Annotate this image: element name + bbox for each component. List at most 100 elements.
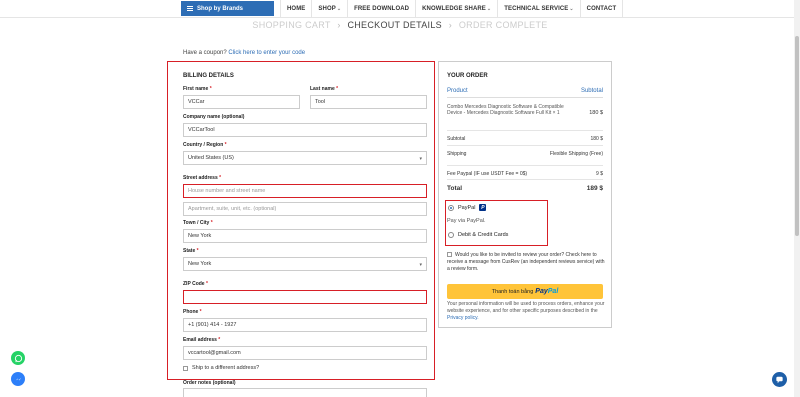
privacy-policy-link[interactable]: Privacy policy.: [447, 315, 479, 321]
country-select[interactable]: United States (US) ▾: [183, 151, 427, 165]
required-mark: *: [224, 142, 227, 148]
order-table-header: Product Subtotal: [447, 88, 603, 98]
paypal-checkout-button[interactable]: Thanh toán bằng PayPal: [447, 284, 603, 299]
step-separator: ›: [448, 20, 453, 30]
subtotal-value: 180 $: [590, 136, 603, 142]
total-value: 189 $: [586, 185, 603, 192]
menu-item-technical-service[interactable]: TECHNICAL SERVICE ⌄: [497, 0, 579, 18]
step-order-complete: ORDER COMPLETE: [458, 20, 548, 30]
label-text: Street address: [183, 175, 218, 181]
scrollbar-thumb[interactable]: [795, 36, 799, 236]
state-value: New York: [188, 261, 212, 267]
state-select[interactable]: New York ▾: [183, 257, 427, 271]
total-label: Total: [447, 185, 463, 192]
first-name-label: First name *: [183, 86, 212, 92]
zip-field[interactable]: [183, 290, 427, 304]
checkout-steps: SHOPPING CART › CHECKOUT DETAILS › ORDER…: [0, 20, 800, 30]
paypal-wordmark: PayPal: [535, 288, 558, 295]
step-checkout-details: CHECKOUT DETAILS: [347, 20, 442, 30]
billing-title: BILLING DETAILS: [183, 73, 234, 79]
card-radio[interactable]: [448, 232, 454, 238]
paypal-radio[interactable]: [448, 204, 454, 211]
chat-widget-icon[interactable]: [772, 372, 787, 387]
country-label: Country / Region *: [183, 142, 227, 148]
phone-label: Phone *: [183, 309, 202, 315]
messenger-icon[interactable]: [11, 372, 25, 386]
col-product: Product: [447, 88, 468, 94]
state-label: State *: [183, 248, 199, 254]
shipping-value: Flexible Shipping (Free): [549, 151, 603, 157]
paypal-description: Pay via PayPal.: [447, 218, 486, 224]
menu-item-free-download[interactable]: FREE DOWNLOAD: [347, 0, 415, 18]
total-row: Total 189 $: [447, 179, 603, 192]
messenger-glyph: [15, 377, 21, 380]
required-mark: *: [209, 86, 212, 92]
review-checkbox[interactable]: [447, 252, 452, 258]
menu-item-contact[interactable]: CONTACT: [579, 0, 624, 18]
menu-item-knowledge-share[interactable]: KNOWLEDGE SHARE ⌄: [415, 0, 497, 18]
label-text: State: [183, 248, 196, 254]
chevron-down-icon: ⌄: [336, 6, 342, 12]
paypal-button-text: Thanh toán bằng: [491, 288, 534, 295]
payment-option-card[interactable]: Debit & Credit Cards: [448, 232, 508, 238]
product-price: 180 $: [589, 110, 603, 116]
paypal-wordmark-pal: Pal: [547, 288, 559, 295]
required-mark: *: [336, 86, 339, 92]
country-value: United States (US): [188, 155, 234, 161]
main-menu: HOME SHOP ⌄ FREE DOWNLOAD KNOWLEDGE SHARE…: [280, 0, 624, 18]
apartment-field[interactable]: Apartment, suite, unit, etc. (optional): [183, 202, 427, 216]
subtotal-label: Subtotal: [447, 136, 466, 142]
label-text: ZIP Code: [183, 281, 205, 287]
top-nav: Shop by Brands HOME SHOP ⌄ FREE DOWNLOAD …: [0, 0, 800, 18]
step-separator: ›: [337, 20, 341, 30]
required-mark: *: [218, 337, 221, 343]
col-subtotal: Subtotal: [580, 88, 603, 94]
ship-different-row[interactable]: Ship to a different address?: [183, 365, 259, 371]
hamburger-icon: [187, 6, 193, 11]
phone-field[interactable]: +1 (901) 414 - 1927: [183, 318, 427, 332]
company-field[interactable]: VCCarTool: [183, 123, 427, 137]
paypal-label: PayPal: [458, 204, 476, 211]
paypal-logo-icon: P: [479, 204, 487, 211]
chat-glyph: [776, 376, 783, 384]
chevron-down-icon: ▾: [419, 156, 422, 162]
coupon-link[interactable]: Click here to enter your code: [228, 50, 305, 56]
page-scrollbar[interactable]: [794, 0, 800, 397]
coupon-notice: Have a coupon? Click here to enter your …: [183, 50, 305, 56]
menu-item-label: HOME: [287, 6, 306, 12]
town-field[interactable]: New York: [183, 229, 427, 243]
coupon-text: Have a coupon?: [183, 50, 227, 56]
label-text: Country / Region: [183, 142, 224, 148]
shop-by-brands-label: Shop by Brands: [197, 5, 244, 12]
whatsapp-icon[interactable]: [11, 351, 25, 365]
review-invite[interactable]: Would you like to be invited to review y…: [447, 252, 605, 273]
privacy-text: Your personal information will be used t…: [447, 301, 605, 314]
menu-item-home[interactable]: HOME: [280, 0, 311, 18]
street-field[interactable]: House number and street name: [183, 184, 427, 198]
last-name-field[interactable]: Tool: [310, 95, 427, 109]
last-name-label: Last name *: [310, 86, 338, 92]
shop-by-brands-button[interactable]: Shop by Brands: [181, 1, 274, 16]
required-mark: *: [219, 175, 222, 181]
card-label: Debit & Credit Cards: [458, 232, 509, 238]
label-text: First name: [183, 86, 209, 92]
step-shopping-cart[interactable]: SHOPPING CART: [252, 20, 330, 30]
email-field[interactable]: vccartool@gmail.com: [183, 346, 427, 360]
label-text: Town / City: [183, 220, 210, 226]
paypal-wordmark-pay: Pay: [535, 288, 548, 295]
email-label: Email address *: [183, 337, 220, 343]
label-text: Phone: [183, 309, 199, 315]
menu-item-shop[interactable]: SHOP ⌄: [311, 0, 347, 18]
required-mark: *: [199, 309, 202, 315]
first-name-field[interactable]: VCCar: [183, 95, 300, 109]
order-notes-field[interactable]: [183, 388, 427, 397]
payment-option-paypal[interactable]: PayPal P: [448, 204, 487, 211]
review-text: Would you like to be invited to review y…: [447, 252, 605, 272]
privacy-notice: Your personal information will be used t…: [447, 301, 605, 322]
menu-item-label: FREE DOWNLOAD: [354, 6, 410, 12]
menu-item-label: TECHNICAL SERVICE: [504, 6, 569, 12]
menu-item-label: KNOWLEDGE SHARE: [422, 6, 486, 12]
ship-different-checkbox[interactable]: [183, 365, 188, 371]
shipping-row: Shipping Flexible Shipping (Free): [447, 145, 603, 157]
chevron-down-icon: ⌄: [486, 6, 492, 12]
